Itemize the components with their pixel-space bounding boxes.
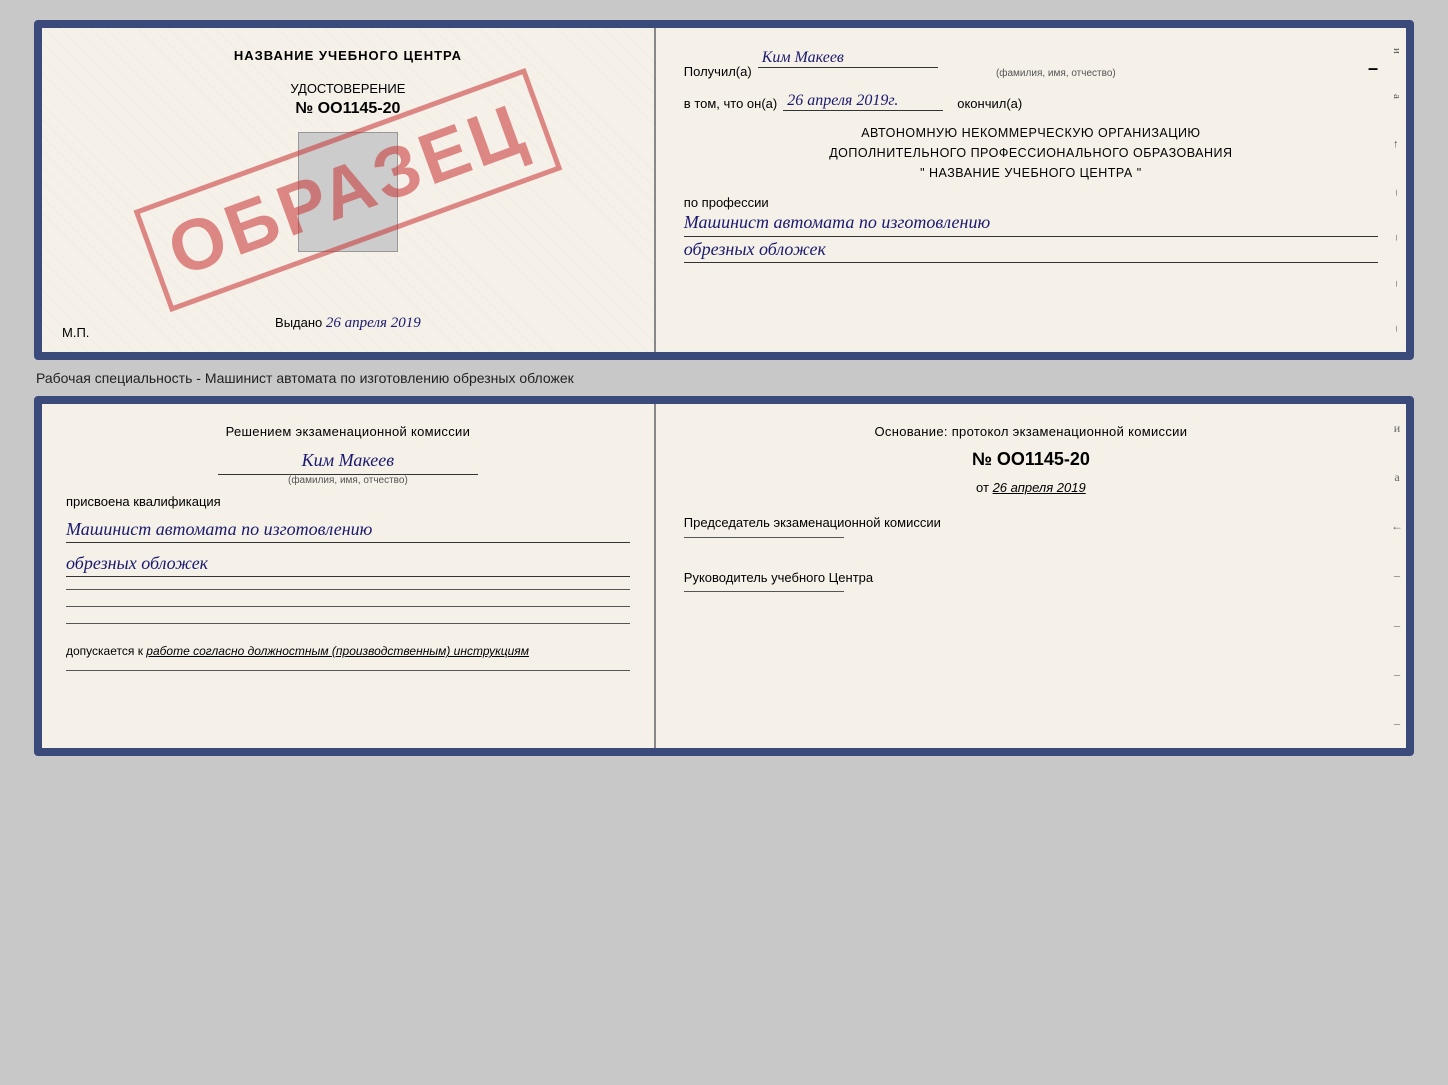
issued-line: Выдано 26 апреля 2019 (275, 315, 421, 332)
bottom-document: Решением экзаменационной комиссии Ким Ма… (34, 396, 1414, 756)
bottom-side-char-7: – (1394, 716, 1400, 731)
org-line2: ДОПОЛНИТЕЛЬНОГО ПРОФЕССИОНАЛЬНОГО ОБРАЗО… (684, 143, 1378, 163)
in-that-label: в том, что он(а) (684, 96, 777, 111)
cert-number: № OO1145-20 (295, 100, 400, 118)
side-char-2: а (1391, 94, 1403, 99)
document-container: НАЗВАНИЕ УЧЕБНОГО ЦЕНТРА ОБРАЗЕЦ УДОСТОВ… (34, 20, 1414, 756)
top-left-title: НАЗВАНИЕ УЧЕБНОГО ЦЕНТРА (234, 48, 462, 63)
blank-line-3 (66, 623, 630, 624)
top-doc-left: НАЗВАНИЕ УЧЕБНОГО ЦЕНТРА ОБРАЗЕЦ УДОСТОВ… (42, 28, 656, 352)
profession-value-line1: Машинист автомата по изготовлению (684, 210, 1378, 236)
bottom-side-char-4: – (1394, 568, 1400, 583)
issued-date: 26 апреля 2019 (326, 315, 421, 331)
received-name: Ким Макеев (758, 48, 938, 68)
person-name: Ким Макеев (218, 447, 478, 475)
blank-line-1 (66, 589, 630, 590)
bottom-side-char-1: и (1394, 421, 1400, 436)
qualification-label: присвоена квалификация (66, 494, 630, 509)
side-char-5: – (1391, 235, 1403, 241)
chairman-sign-line (684, 537, 844, 538)
issued-label: Выдано (275, 315, 322, 330)
qual-line2: обрезных обложек (66, 551, 630, 577)
person-block: Ким Макеев (фамилия, имя, отчество) (66, 447, 630, 486)
received-label: Получил(а) (684, 64, 752, 79)
caption-text: Рабочая специальность - Машинист автомат… (34, 366, 576, 390)
completed-date: 26 апреля 2019г. (783, 91, 943, 111)
photo-placeholder (298, 132, 398, 252)
bottom-side-char-3: ← (1391, 519, 1403, 534)
profession-section: по профессии Машинист автомата по изгото… (684, 195, 1378, 262)
допускается-value: работе согласно должностным (производств… (146, 644, 529, 658)
completed-label: окончил(а) (957, 96, 1022, 111)
bottom-side-char-5: – (1394, 618, 1400, 633)
bottom-side-char-6: – (1394, 667, 1400, 682)
qual-line1: Машинист автомата по изготовлению (66, 517, 630, 543)
chairman-block: Председатель экзаменационной комиссии (684, 513, 1378, 542)
director-sign-line (684, 591, 844, 592)
blank-line-2 (66, 606, 630, 607)
side-char-3: ← (1391, 139, 1403, 150)
bottom-side-char-2: а (1394, 470, 1399, 485)
side-char-6: – (1391, 281, 1403, 287)
org-block: АВТОНОМНУЮ НЕКОММЕРЧЕСКУЮ ОРГАНИЗАЦИЮ ДО… (684, 123, 1378, 183)
protocol-number: № OO1145-20 (684, 449, 1378, 470)
director-label: Руководитель учебного Центра (684, 568, 1378, 588)
side-char-4: – (1391, 190, 1403, 196)
protocol-date-row: от 26 апреля 2019 (684, 480, 1378, 495)
bottom-doc-right: Основание: протокол экзаменационной коми… (656, 404, 1406, 748)
bottom-doc-left: Решением экзаменационной комиссии Ким Ма… (42, 404, 656, 748)
chairman-label: Председатель экзаменационной комиссии (684, 513, 1378, 533)
director-block: Руководитель учебного Центра (684, 568, 1378, 597)
completed-row: в том, что он(а) 26 апреля 2019г. окончи… (684, 91, 1378, 111)
side-char-7: – (1391, 326, 1403, 332)
top-document: НАЗВАНИЕ УЧЕБНОГО ЦЕНТРА ОБРАЗЕЦ УДОСТОВ… (34, 20, 1414, 360)
top-doc-right: Получил(а) Ким Макеев (фамилия, имя, отч… (656, 28, 1406, 352)
profession-label: по профессии (684, 195, 1378, 210)
допускается-row: допускается к работе согласно должностны… (66, 644, 630, 658)
osnov-text: Основание: протокол экзаменационной коми… (684, 424, 1378, 439)
received-row: Получил(а) Ким Макеев (фамилия, имя, отч… (684, 48, 1378, 79)
profession-value-line2: обрезных обложек (684, 237, 1378, 263)
mp-label: М.П. (62, 325, 89, 340)
допускается-label: допускается к (66, 644, 143, 658)
decision-text: Решением экзаменационной комиссии (66, 424, 630, 439)
cert-subtitle: УДОСТОВЕРЕНИЕ (290, 81, 405, 96)
received-name-hint: (фамилия, имя, отчество) (758, 68, 1354, 79)
org-line3: " НАЗВАНИЕ УЧЕБНОГО ЦЕНТРА " (684, 163, 1378, 183)
bottom-right-side-chars: и а ← – – – – (1388, 404, 1406, 748)
org-line1: АВТОНОМНУЮ НЕКОММЕРЧЕСКУЮ ОРГАНИЗАЦИЮ (684, 123, 1378, 143)
side-decorations: и а ← – – – – (1388, 28, 1406, 352)
protocol-date: 26 апреля 2019 (993, 480, 1086, 495)
side-char-1: и (1391, 48, 1403, 54)
protocol-date-prefix: от (976, 480, 989, 495)
person-name-hint: (фамилия, имя, отчество) (218, 475, 478, 486)
blank-line-bottom (66, 670, 630, 671)
